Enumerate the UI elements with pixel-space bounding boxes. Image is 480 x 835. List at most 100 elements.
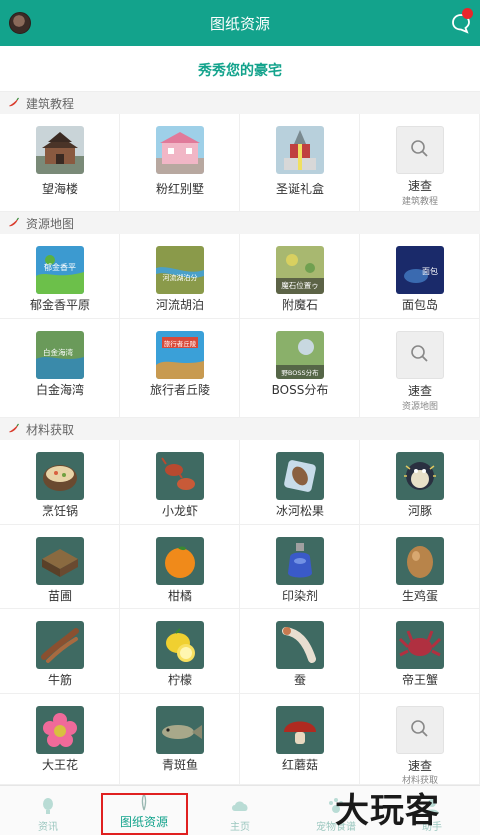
item-label: 牛筋 <box>47 673 72 687</box>
search-icon <box>396 331 444 379</box>
cloud-icon <box>232 801 248 811</box>
tendon-image <box>36 621 84 669</box>
grid-item-dye[interactable]: 印染剂 <box>240 525 360 609</box>
svg-text:河流湖泊分: 河流湖泊分 <box>163 273 198 282</box>
grid-item-enchant-stone[interactable]: 魔石位置ゥ 附魔石 <box>240 234 360 319</box>
notification-dot <box>462 8 473 19</box>
map-image: 野BOSS分布 <box>276 331 324 379</box>
egg-image <box>396 537 444 585</box>
grid-item-nursery[interactable]: 苗圃 <box>0 525 120 609</box>
pink-villa-image <box>156 126 204 174</box>
item-label: 旅行者丘陵 <box>149 383 210 397</box>
grid-item-cooking-pot[interactable]: 烹饪锅 <box>0 440 120 525</box>
grid-item-pufferfish[interactable]: 河豚 <box>360 440 480 525</box>
grid-item-grouper[interactable]: 青斑鱼 <box>120 694 240 785</box>
item-label: 圣诞礼盒 <box>275 182 324 196</box>
crayfish-image <box>156 452 204 500</box>
pinecone-image <box>276 452 324 500</box>
map-image: 郁金香平 <box>36 246 84 294</box>
item-label: 面包岛 <box>401 298 438 312</box>
chili-icon <box>9 217 19 227</box>
item-label: 青斑鱼 <box>161 758 198 772</box>
item-label: 柠檬 <box>167 673 192 687</box>
watermark-logo: 大玩客 <box>335 791 440 831</box>
grid-item-pink-villa[interactable]: 粉红别墅 <box>120 114 240 212</box>
search-icon <box>396 706 444 754</box>
item-label: 速查 <box>407 179 432 193</box>
map-image: 旅行者丘陵 <box>156 331 204 379</box>
red-mushroom-image <box>276 706 324 754</box>
king-crab-image <box>396 621 444 669</box>
grid-item-bread-island[interactable]: 面包 面包岛 <box>360 234 480 319</box>
dye-bottle-image <box>276 537 324 585</box>
svg-text:面包: 面包 <box>422 266 438 276</box>
grid-item-rafflesia[interactable]: 大王花 <box>0 694 120 785</box>
nursery-image <box>36 537 84 585</box>
banner-text: 秀秀您的豪宅 <box>198 63 282 79</box>
section-header-maps: 资源地图 <box>0 212 480 234</box>
item-label: 望海楼 <box>41 182 78 196</box>
silkworm-image <box>276 621 324 669</box>
grid-item-xmas-box[interactable]: 圣诞礼盒 <box>240 114 360 212</box>
grid-item-quick-search-maps[interactable]: 速查 资源地图 <box>360 319 480 418</box>
grid-item-crayfish[interactable]: 小龙虾 <box>120 440 240 525</box>
christmas-box-image <box>276 126 324 174</box>
map-image: 河流湖泊分 <box>156 246 204 294</box>
item-sublabel: 资源地图 <box>401 402 438 412</box>
item-label: 附魔石 <box>281 298 318 312</box>
item-sublabel: 建筑教程 <box>401 197 438 207</box>
grid-item-red-mushroom[interactable]: 红蘑菇 <box>240 694 360 785</box>
item-label: 河流胡泊 <box>155 298 204 312</box>
tab-home[interactable]: 主页 <box>192 786 288 835</box>
section-label: 建筑教程 <box>26 97 75 111</box>
item-label: 冰河松果 <box>275 504 324 518</box>
svg-text:白金海湾: 白金海湾 <box>43 347 73 357</box>
grid-item-quick-search-materials[interactable]: 速查 材料获取 <box>360 694 480 786</box>
grid-item-quick-search-building[interactable]: 速查 建筑教程 <box>360 114 480 212</box>
chili-icon <box>9 97 19 107</box>
svg-text:魔石位置ゥ: 魔石位置ゥ <box>281 280 319 290</box>
item-label: 红蘑菇 <box>281 758 318 772</box>
page-title: 图纸资源 <box>209 15 270 33</box>
grid-item-platinum-bay[interactable]: 白金海湾 白金海湾 <box>0 319 120 418</box>
grid-item-glacier-pinecone[interactable]: 冰河松果 <box>240 440 360 525</box>
cooking-pot-image <box>36 452 84 500</box>
orange-image <box>156 537 204 585</box>
section-label: 材料获取 <box>26 423 75 437</box>
item-label: 苗圃 <box>47 589 72 603</box>
item-label: 速查 <box>407 759 432 773</box>
nav-label: 资讯 <box>38 822 58 833</box>
grid-item-rivers-lakes[interactable]: 河流湖泊分 河流胡泊 <box>120 234 240 319</box>
svg-text:野BOSS分布: 野BOSS分布 <box>281 368 319 377</box>
tab-news[interactable]: 资讯 <box>0 786 96 835</box>
grouper-image <box>156 706 204 754</box>
map-image: 白金海湾 <box>36 331 84 379</box>
pufferfish-image <box>396 452 444 500</box>
grid-item-lemon[interactable]: 柠檬 <box>120 609 240 694</box>
map-image: 魔石位置ゥ <box>276 246 324 294</box>
item-label: 印染剂 <box>281 589 318 603</box>
search-icon <box>396 126 444 174</box>
section-header-building: 建筑教程 <box>0 92 480 114</box>
section-header-materials: 材料获取 <box>0 418 480 440</box>
rafflesia-image <box>36 706 84 754</box>
item-label: 蚕 <box>293 673 306 687</box>
item-label: 大王花 <box>41 758 78 772</box>
section-label: 资源地图 <box>26 217 75 231</box>
grid-item-king-crab[interactable]: 帝王蟹 <box>360 609 480 694</box>
grid-item-silkworm[interactable]: 蚕 <box>240 609 360 694</box>
map-image: 面包 <box>396 246 444 294</box>
grid-item-wanghai-tower[interactable]: 望海楼 <box>0 114 120 212</box>
item-label: 生鸡蛋 <box>401 589 438 603</box>
grid-item-raw-egg[interactable]: 生鸡蛋 <box>360 525 480 609</box>
grid-item-tulip-plain[interactable]: 郁金香平 郁金香平原 <box>0 234 120 319</box>
item-label: BOSS分布 <box>271 383 329 397</box>
item-label: 烹饪锅 <box>41 504 78 518</box>
item-label: 河豚 <box>407 504 432 518</box>
grid-item-boss-map[interactable]: 野BOSS分布 BOSS分布 <box>240 319 360 418</box>
svg-text:旅行者丘陵: 旅行者丘陵 <box>164 339 197 348</box>
grid-item-orange[interactable]: 柑橘 <box>120 525 240 609</box>
showcase-banner[interactable]: 秀秀您的豪宅 <box>0 46 480 92</box>
grid-item-traveler-hills[interactable]: 旅行者丘陵 旅行者丘陵 <box>120 319 240 418</box>
grid-item-tendon[interactable]: 牛筋 <box>0 609 120 694</box>
